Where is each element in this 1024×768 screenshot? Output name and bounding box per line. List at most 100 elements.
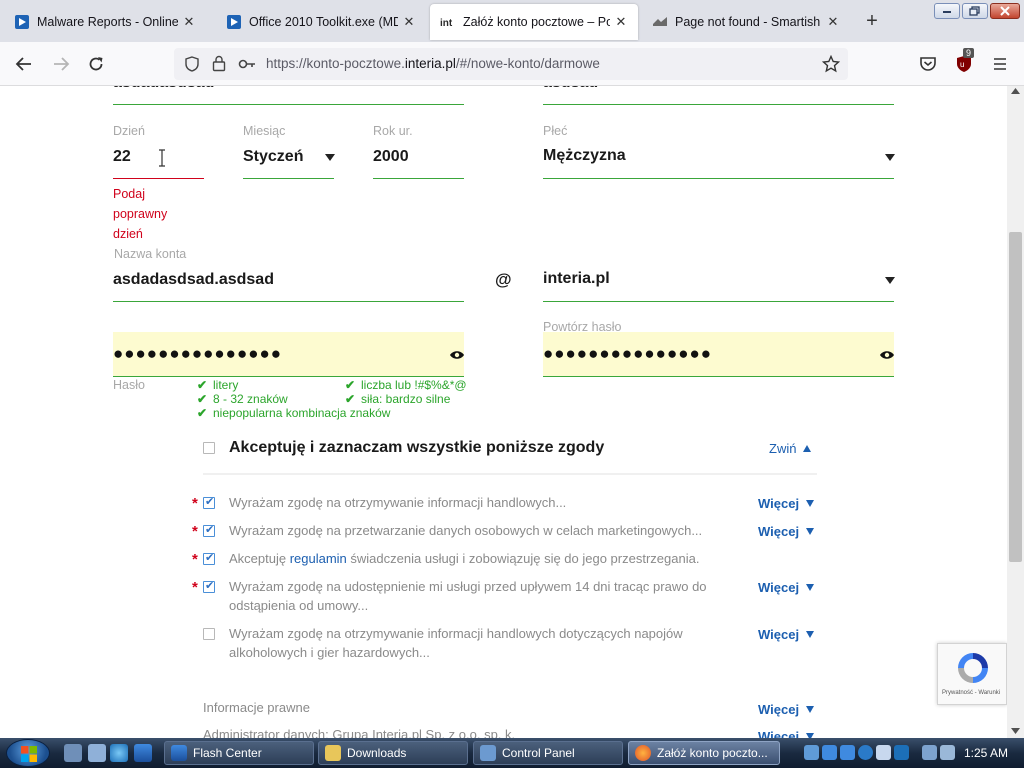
more-button[interactable]: Więcej: [758, 702, 815, 717]
bookmark-star-icon[interactable]: [822, 55, 840, 73]
password-input[interactable]: ●●●●●●●●●●●●●●●: [113, 332, 464, 376]
more-button[interactable]: Więcej: [758, 729, 815, 738]
tab-close-icon[interactable]: ✕: [826, 14, 840, 30]
tab-close-icon[interactable]: ✕: [182, 14, 196, 30]
taskbar-flash-center[interactable]: Flash Center: [164, 741, 314, 765]
scrollbar-thumb[interactable]: [1009, 232, 1022, 562]
check-icon: ✔: [197, 378, 208, 392]
month-select[interactable]: Styczeń: [243, 148, 303, 166]
domain-select[interactable]: interia.pl: [543, 270, 610, 288]
accept-all-label[interactable]: Akceptuję i zaznaczam wszystkie poniższe…: [229, 439, 604, 457]
password-hint: ✔ litery: [197, 378, 238, 392]
network-icon[interactable]: [922, 745, 937, 760]
day-underline-error: [113, 178, 204, 179]
folder-icon: [325, 745, 341, 761]
consent-checkbox[interactable]: [203, 628, 215, 640]
field-underline: [543, 104, 894, 105]
first-name-value[interactable]: asdadasdsad: [113, 86, 214, 92]
reload-button[interactable]: [84, 52, 108, 76]
pocket-button[interactable]: [916, 52, 940, 76]
tab-page-not-found[interactable]: Page not found - Smartish Pages ✕: [642, 4, 850, 40]
forward-button[interactable]: [49, 52, 73, 76]
scroll-up-icon[interactable]: [1011, 88, 1020, 94]
tab-close-icon[interactable]: ✕: [402, 14, 416, 30]
field-underline: [543, 376, 894, 377]
minimize-button[interactable]: [934, 3, 960, 19]
hamburger-menu-icon: [994, 58, 1006, 70]
tab-office-toolkit[interactable]: Office 2010 Toolkit.exe (MD5: ✕: [216, 4, 426, 40]
more-button[interactable]: Więcej: [758, 580, 815, 595]
windows-logo-icon: [21, 746, 37, 762]
tracking-shield-icon[interactable]: [184, 56, 200, 72]
taskbar-control-panel[interactable]: Control Panel: [473, 741, 623, 765]
reload-icon: [89, 57, 103, 71]
gender-dropdown-icon[interactable]: [885, 154, 895, 161]
show-desktop-icon[interactable]: [64, 744, 82, 762]
maximize-button[interactable]: [962, 3, 988, 19]
start-button[interactable]: [6, 739, 50, 767]
tray-app-icon[interactable]: [858, 745, 873, 760]
consent-checkbox[interactable]: [203, 551, 215, 565]
check-icon: ✔: [197, 392, 208, 406]
account-name-input[interactable]: asdadasdsad.asdsad: [113, 271, 274, 289]
eye-icon[interactable]: [449, 349, 465, 361]
tab-close-icon[interactable]: ✕: [614, 14, 628, 30]
url-prefix: https://konto-pocztowe.: [266, 56, 405, 71]
page-scrollbar[interactable]: [1007, 86, 1024, 738]
taskbar-downloads[interactable]: Downloads: [318, 741, 468, 765]
required-marker: *: [192, 495, 198, 512]
navigation-bar: https://konto-pocztowe.interia.pl/#/nowe…: [0, 42, 1024, 86]
hint-text: litery: [213, 378, 239, 392]
regulations-link[interactable]: regulamin: [290, 551, 347, 566]
ublock-extension-button[interactable]: u 9: [952, 48, 976, 76]
tab-zaloz-konto[interactable]: int Załóż konto pocztowe – Poczta ✕: [430, 4, 638, 40]
app-menu-button[interactable]: [988, 52, 1012, 76]
consent-text: Wyrażam zgodę na przetwarzanie danych os…: [229, 523, 703, 538]
last-name-value[interactable]: asdsad: [543, 86, 598, 92]
scroll-down-icon[interactable]: [1011, 728, 1020, 734]
consent-checkbox[interactable]: [203, 523, 215, 537]
collapse-button[interactable]: Zwiń: [769, 441, 812, 456]
day-input[interactable]: 22: [113, 148, 131, 166]
eye-icon[interactable]: [879, 349, 895, 361]
accept-all-checkbox[interactable]: [203, 442, 215, 454]
consent-text-part: świadczenia usługi i zobowiązuję się do …: [346, 551, 700, 566]
consent-checkbox[interactable]: [203, 495, 215, 509]
system-clock[interactable]: 1:25 AM: [964, 746, 1008, 760]
address-bar[interactable]: https://konto-pocztowe.interia.pl/#/nowe…: [174, 48, 848, 80]
check-icon: ✔: [197, 406, 208, 420]
recaptcha-links[interactable]: Prywatność - Warunki: [942, 690, 1000, 696]
tray-flash-icon[interactable]: [840, 745, 855, 760]
more-button[interactable]: Więcej: [758, 496, 815, 511]
hint-text: niepopularna kombinacja znaków: [213, 406, 391, 420]
tab-malware-reports[interactable]: Malware Reports - Online Malware ✕: [4, 4, 206, 40]
recaptcha-badge[interactable]: Prywatność - Warunki: [937, 643, 1007, 705]
internet-explorer-icon[interactable]: [110, 744, 128, 762]
new-tab-button[interactable]: +: [861, 11, 883, 33]
volume-muted-icon[interactable]: [940, 745, 955, 760]
more-label: Więcej: [758, 580, 800, 595]
flash-center-icon[interactable]: [134, 744, 152, 762]
more-button[interactable]: Więcej: [758, 524, 815, 539]
taskbar-firefox[interactable]: Załóż konto poczto...: [628, 741, 780, 765]
more-button[interactable]: Więcej: [758, 627, 815, 642]
tray-app-icon[interactable]: [804, 745, 819, 760]
month-dropdown-icon[interactable]: [325, 154, 335, 161]
taskbar-label: Downloads: [347, 746, 407, 760]
consent-checkbox[interactable]: [203, 579, 215, 593]
year-input[interactable]: 2000: [373, 148, 409, 166]
password-hint: ✔ 8 - 32 znaków: [197, 392, 288, 406]
back-button[interactable]: [12, 52, 36, 76]
password-repeat-input[interactable]: ●●●●●●●●●●●●●●●: [543, 332, 894, 376]
gender-select[interactable]: Mężczyzna: [543, 147, 626, 165]
consent-text: Wyrażam zgodę na otrzymywanie informacji…: [229, 624, 683, 662]
domain-dropdown-icon[interactable]: [885, 277, 895, 284]
tray-app-icon[interactable]: [894, 745, 909, 760]
tray-app-icon[interactable]: [876, 745, 891, 760]
switch-windows-icon[interactable]: [88, 744, 106, 762]
lock-icon[interactable]: [212, 55, 226, 72]
close-window-button[interactable]: [990, 3, 1020, 19]
tray-flash-icon[interactable]: [822, 745, 837, 760]
permissions-key-icon[interactable]: [238, 57, 256, 71]
consent-line: Wyrażam zgodę na otrzymywanie informacji…: [229, 626, 683, 641]
